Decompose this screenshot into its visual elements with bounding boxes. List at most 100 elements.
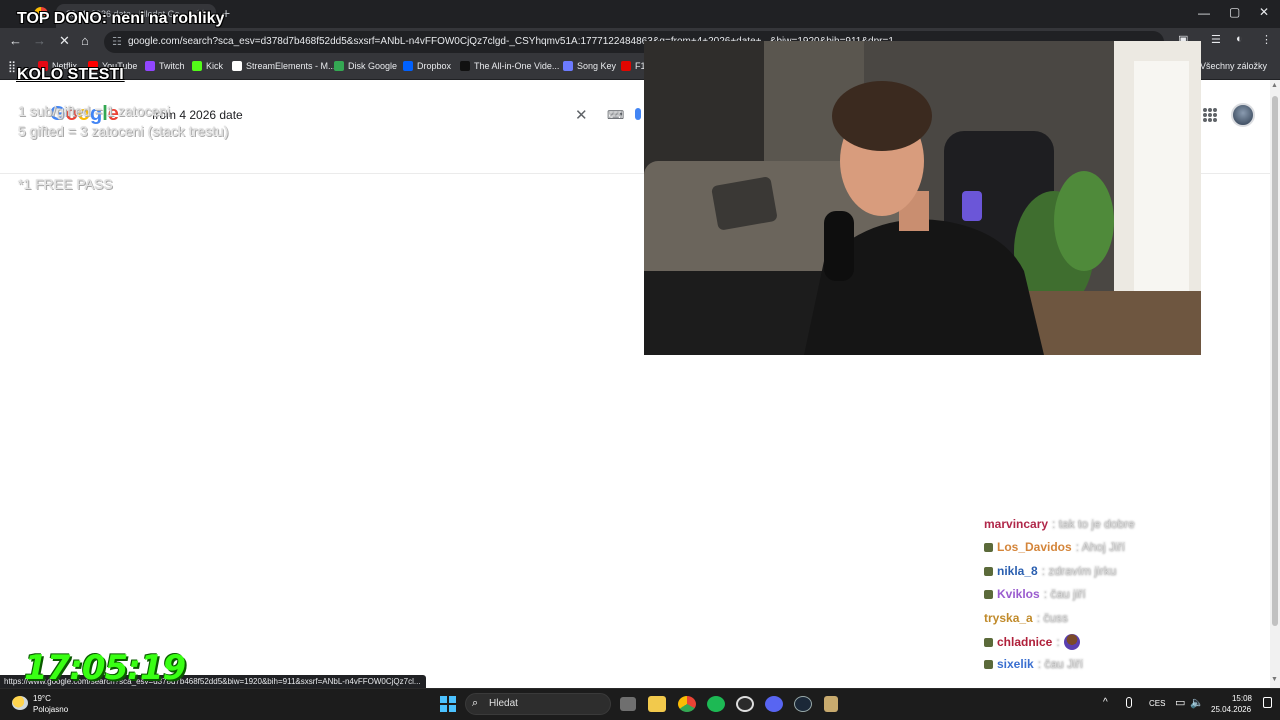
bookmark-item[interactable]: F1 xyxy=(621,61,646,71)
chat-username: chladnice xyxy=(997,635,1053,649)
bookmark-item[interactable]: Dropbox xyxy=(403,61,451,71)
wheel-title-overlay: KOLO STESTI xyxy=(17,66,124,83)
volume-icon[interactable]: 🔈 xyxy=(1190,696,1204,709)
chat-text: : čau jiří xyxy=(1043,587,1086,601)
chat-username: Los_Davidos xyxy=(997,540,1072,554)
bookmark-favicon-icon xyxy=(232,61,242,71)
tray-clock-time[interactable]: 15:08 xyxy=(1222,694,1252,703)
tray-overflow-icon[interactable]: ^ xyxy=(1103,697,1108,708)
all-bookmarks-link[interactable]: Všechny záložky xyxy=(1200,61,1267,71)
bookmark-label: Disk Google xyxy=(348,61,398,71)
chat-text: : zdravím jirku xyxy=(1041,564,1117,578)
scroll-down-icon[interactable]: ▼ xyxy=(1271,676,1278,683)
bookmark-item[interactable]: StreamElements - M... xyxy=(232,61,336,71)
window-minimize-button[interactable]: — xyxy=(1198,6,1210,20)
steam-icon[interactable] xyxy=(794,696,812,712)
google-apps-icon[interactable] xyxy=(1203,108,1217,122)
chat-username: sixelik xyxy=(997,657,1034,671)
stop-loading-icon[interactable]: ✕ xyxy=(59,33,70,49)
start-button[interactable] xyxy=(440,696,456,712)
wheel-rule-1: 1 sub/gifted = 1 zatoceni xyxy=(18,103,171,119)
home-icon[interactable]: ⌂ xyxy=(81,33,89,48)
chat-emote-icon xyxy=(1063,634,1080,650)
weather-description[interactable]: Polojasno xyxy=(33,705,68,714)
obs-icon[interactable] xyxy=(736,696,754,712)
scroll-up-icon[interactable]: ▲ xyxy=(1271,82,1278,89)
chat-text: : čau Jiří xyxy=(1037,657,1084,671)
chat-message: Los_Davidos: Ahoj Jiří xyxy=(984,540,1125,554)
scrollbar-thumb[interactable] xyxy=(1272,96,1278,626)
chat-username: tryska_a xyxy=(984,611,1033,625)
window-close-button[interactable]: ✕ xyxy=(1259,5,1269,19)
bookmark-favicon-icon xyxy=(403,61,413,71)
chat-username: Kviklos xyxy=(997,587,1040,601)
bookmark-label: Twitch xyxy=(159,61,185,71)
bookmark-item[interactable]: The All-in-One Vide... xyxy=(460,61,559,71)
account-avatar[interactable] xyxy=(1231,103,1255,127)
clear-search-icon[interactable]: ✕ xyxy=(575,106,588,124)
bookmark-label: StreamElements - M... xyxy=(246,61,336,71)
bookmark-favicon-icon xyxy=(563,61,573,71)
subscriber-badge-icon xyxy=(984,542,993,552)
spotify-icon[interactable] xyxy=(707,696,725,712)
tray-microphone-icon[interactable] xyxy=(1126,697,1132,708)
weather-icon[interactable] xyxy=(12,696,28,710)
file-explorer-icon[interactable] xyxy=(648,696,666,712)
taskbar-search-placeholder[interactable]: Hledat xyxy=(489,698,518,709)
bookmark-label: Song Key xyxy=(577,61,617,71)
site-info-icon[interactable]: ☷ xyxy=(112,35,122,48)
discord-icon[interactable] xyxy=(765,696,783,712)
bookmark-label: The All-in-One Vide... xyxy=(474,61,560,71)
free-pass-note: *1 FREE PASS xyxy=(18,176,113,192)
chat-message: nikla_8: zdravím jirku xyxy=(984,564,1116,578)
stream-clock-overlay: 17:05:19 xyxy=(24,648,186,688)
input-language[interactable]: CES xyxy=(1149,699,1165,708)
league-client-icon[interactable] xyxy=(824,696,838,712)
bookmark-label: Kick xyxy=(206,61,224,71)
webcam-scene xyxy=(644,41,1201,355)
chat-text: : Ahoj Jiří xyxy=(1075,540,1126,554)
window-maximize-button[interactable]: ▢ xyxy=(1229,5,1240,19)
chat-message: sixelik: čau Jiří xyxy=(984,657,1083,671)
bookmark-item[interactable]: Twitch xyxy=(145,61,185,71)
chat-message: tryska_a: čuss xyxy=(984,611,1068,625)
keyboard-icon[interactable]: ⌨ xyxy=(607,108,624,122)
subscriber-badge-icon xyxy=(984,566,993,576)
chat-text: : xyxy=(1056,635,1060,649)
profile-icon[interactable]: ◐ xyxy=(1236,33,1243,45)
bookmark-favicon-icon xyxy=(192,61,202,71)
taskbar-search[interactable] xyxy=(465,693,611,715)
bookmark-item[interactable]: Disk Google xyxy=(334,61,397,71)
chrome-taskbar-icon[interactable] xyxy=(678,696,696,712)
bookmark-favicon-icon xyxy=(460,61,470,71)
subscriber-badge-icon xyxy=(984,659,993,669)
chat-message: chladnice: xyxy=(984,634,1080,650)
microphone-icon[interactable] xyxy=(635,108,641,120)
subscriber-badge-icon xyxy=(984,637,993,647)
bookmark-favicon-icon xyxy=(145,61,155,71)
chat-username: marvincary xyxy=(984,517,1049,531)
wheel-rule-2: 5 gifted = 3 zatoceni (stack trestu) xyxy=(18,123,229,139)
chat-text: : tak to je dobre xyxy=(1052,517,1135,531)
chat-username: nikla_8 xyxy=(997,564,1038,578)
chat-text: : čuss xyxy=(1036,611,1069,625)
tray-clock-date[interactable]: 25.04.2026 xyxy=(1211,705,1251,714)
notifications-icon[interactable] xyxy=(1263,697,1272,708)
forward-icon[interactable]: → xyxy=(33,33,46,48)
reading-list-icon[interactable]: ☰ xyxy=(1211,33,1221,46)
back-icon[interactable]: ← xyxy=(9,33,22,48)
webcam-feed xyxy=(644,41,1201,355)
apps-shortcut-icon[interactable]: ⣿ xyxy=(8,60,16,73)
network-icon[interactable]: ▭ xyxy=(1175,696,1185,709)
windows-taskbar xyxy=(0,688,1280,720)
top-donor-overlay: TOP DONO: neni na rohliky xyxy=(17,10,225,27)
bookmark-item[interactable]: Song Key xyxy=(563,61,616,71)
task-view-icon[interactable] xyxy=(620,697,636,711)
browser-menu-icon[interactable]: ⋮ xyxy=(1261,33,1272,46)
weather-temperature[interactable]: 19°C xyxy=(33,694,51,703)
chat-message: Kviklos: čau jiří xyxy=(984,587,1086,601)
bookmark-label: Dropbox xyxy=(417,61,452,71)
bookmark-item[interactable]: Kick xyxy=(192,61,223,71)
search-icon: ⌕ xyxy=(472,697,479,709)
subscriber-badge-icon xyxy=(984,589,993,599)
